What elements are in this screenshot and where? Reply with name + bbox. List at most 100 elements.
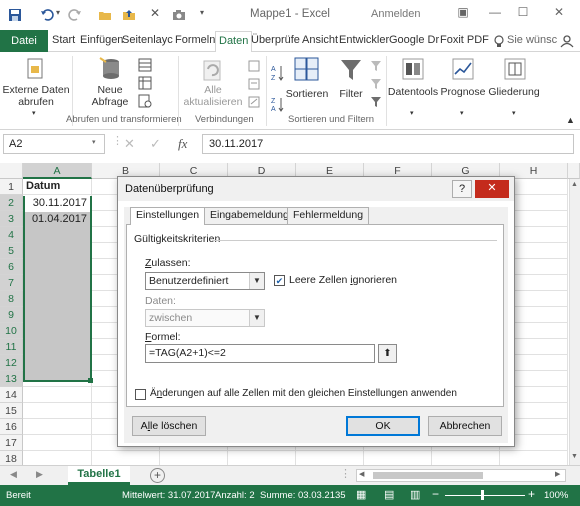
help-button[interactable]: ?: [452, 180, 472, 198]
refresh-all-button[interactable]: Alle aktualisieren: [180, 84, 246, 108]
forecast-button[interactable]: Prognose: [440, 86, 486, 98]
zoom-out-icon[interactable]: −: [432, 487, 439, 501]
grid-cell[interactable]: [432, 451, 500, 465]
row-header[interactable]: 15: [0, 403, 23, 419]
grid-cell[interactable]: [23, 419, 92, 435]
grid-cell[interactable]: [500, 451, 568, 465]
scroll-left-icon[interactable]: ◀: [359, 470, 364, 478]
connections-icon[interactable]: [248, 60, 260, 72]
outline-button[interactable]: Gliederung: [486, 86, 542, 98]
edit-links-icon[interactable]: [248, 96, 260, 108]
save-icon[interactable]: [8, 8, 22, 22]
cell-a3[interactable]: 01.04.2017: [25, 212, 90, 228]
grid-cell[interactable]: [23, 387, 92, 403]
tab-settings[interactable]: Einstellungen: [130, 207, 206, 225]
fill-handle[interactable]: [88, 378, 93, 383]
clear-all-button[interactable]: Alle löschen: [132, 416, 206, 436]
scroll-right-icon[interactable]: ▶: [555, 470, 560, 478]
from-table-icon[interactable]: [138, 76, 152, 90]
grid-cell[interactable]: [364, 451, 432, 465]
zoom-slider-thumb[interactable]: [481, 490, 484, 500]
sort-ascending-icon[interactable]: AZ: [270, 64, 284, 82]
tab-data[interactable]: Daten: [215, 31, 253, 53]
cancel-button[interactable]: Abbrechen: [428, 416, 502, 436]
collapse-ribbon-icon[interactable]: ▲: [566, 114, 575, 126]
filter-button[interactable]: Filter: [334, 88, 368, 100]
insert-function-icon[interactable]: fx: [178, 136, 187, 152]
data-tools-button[interactable]: Datentools: [386, 86, 440, 98]
row-header[interactable]: 12: [0, 355, 23, 371]
row-header[interactable]: 13: [0, 371, 23, 387]
close-button[interactable]: ✕: [548, 5, 570, 23]
page-layout-view-icon[interactable]: ▤: [384, 488, 394, 501]
tab-google-drive[interactable]: Google Dr: [389, 34, 439, 46]
horizontal-scroll-thumb[interactable]: [373, 472, 483, 479]
row-header[interactable]: 11: [0, 339, 23, 355]
row-header[interactable]: 2: [0, 195, 23, 211]
redo-icon[interactable]: [68, 8, 82, 22]
clear-filter-icon[interactable]: [370, 60, 382, 72]
show-queries-icon[interactable]: [138, 58, 152, 72]
formula-input[interactable]: 30.11.2017: [202, 134, 574, 154]
sort-descending-icon[interactable]: ZA: [270, 96, 284, 112]
tab-formulas[interactable]: Formeln: [175, 34, 215, 46]
scroll-down-icon[interactable]: ▼: [571, 453, 578, 460]
horizontal-scrollbar[interactable]: ◀ ▶: [356, 469, 566, 482]
reapply-filter-icon[interactable]: [370, 78, 382, 90]
formula-field[interactable]: =TAG(A2+1)<=2: [145, 344, 375, 363]
tab-error-alert[interactable]: Fehlermeldung: [287, 207, 370, 224]
tell-me-input[interactable]: Sie wünsc: [507, 34, 557, 46]
prev-sheet-icon[interactable]: ◀: [10, 469, 17, 480]
select-all-corner[interactable]: [0, 163, 23, 179]
row-header[interactable]: 6: [0, 259, 23, 275]
cell-a1[interactable]: Datum: [23, 179, 92, 195]
cell-a2[interactable]: 30.11.2017: [25, 196, 90, 212]
zoom-level[interactable]: 100%: [544, 490, 568, 501]
tab-insert[interactable]: Einfügen: [80, 34, 123, 46]
tab-input-message[interactable]: Eingabemeldung: [204, 207, 295, 224]
page-break-view-icon[interactable]: ▥: [410, 488, 420, 501]
grid-cell[interactable]: [23, 435, 92, 451]
camera-icon[interactable]: [172, 8, 186, 22]
collapse-dialog-icon[interactable]: ⬆: [378, 344, 397, 363]
user-icon[interactable]: [560, 34, 574, 48]
grid-cell[interactable]: [23, 451, 92, 465]
row-header[interactable]: 7: [0, 275, 23, 291]
grid-cell[interactable]: [92, 451, 160, 465]
row-header[interactable]: 9: [0, 307, 23, 323]
row-header[interactable]: 1: [0, 179, 23, 195]
zoom-slider[interactable]: [445, 495, 525, 496]
properties-icon[interactable]: [248, 78, 260, 90]
confirm-entry-icon[interactable]: ✓: [150, 136, 161, 152]
vertical-scrollbar[interactable]: ▲ ▼: [569, 179, 580, 465]
tab-review[interactable]: Überprüfe: [251, 34, 300, 46]
sheet-tab-tabelle1[interactable]: Tabelle1: [68, 466, 130, 485]
cancel-entry-icon[interactable]: ✕: [124, 136, 135, 152]
grid-cell[interactable]: [23, 403, 92, 419]
tab-file[interactable]: Datei: [0, 30, 48, 52]
customize-qat-icon[interactable]: ▾: [200, 8, 204, 17]
tab-foxit-pdf[interactable]: Foxit PDF: [440, 34, 489, 46]
minimize-button[interactable]: —: [484, 5, 506, 23]
row-header[interactable]: 8: [0, 291, 23, 307]
folder-up-icon[interactable]: [122, 8, 136, 22]
zoom-in-icon[interactable]: +: [528, 487, 535, 501]
open-folder-icon[interactable]: [98, 8, 112, 22]
allow-select[interactable]: Benutzerdefiniert ▼: [145, 272, 265, 290]
apply-all-label[interactable]: Änderungen auf alle Zellen mit den gleic…: [150, 388, 457, 399]
row-header[interactable]: 18: [0, 451, 23, 465]
undo-icon[interactable]: [40, 8, 54, 22]
external-data-button[interactable]: Externe Daten abrufen: [2, 84, 70, 108]
dialog-close-button[interactable]: ✕: [475, 180, 509, 198]
tab-split-grip-icon[interactable]: ⋮: [340, 467, 351, 480]
tab-developer[interactable]: Entwickler: [339, 34, 389, 46]
undo-dropdown-icon[interactable]: ▾: [56, 8, 60, 17]
sort-button[interactable]: Sortieren: [284, 88, 330, 100]
chevron-down-icon[interactable]: ▼: [249, 310, 264, 326]
name-box-dropdown-icon[interactable]: ▾: [92, 138, 96, 146]
name-box[interactable]: A2: [3, 134, 105, 154]
grid-cell[interactable]: [160, 451, 228, 465]
data-select[interactable]: zwischen ▼: [145, 309, 265, 327]
row-header[interactable]: 16: [0, 419, 23, 435]
scroll-up-icon[interactable]: ▲: [571, 181, 578, 188]
